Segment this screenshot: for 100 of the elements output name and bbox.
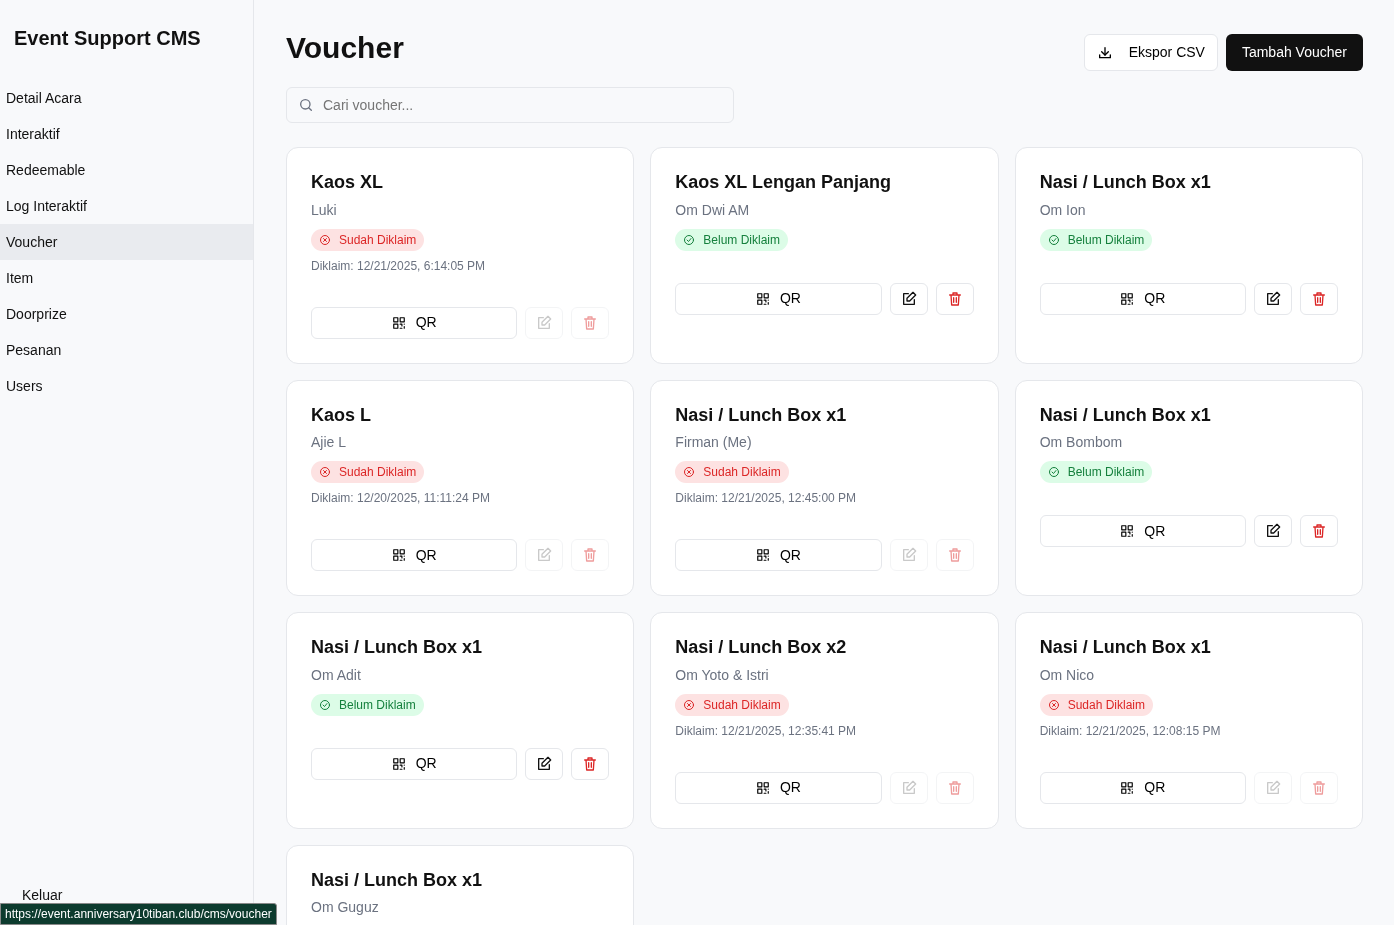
voucher-title: Nasi / Lunch Box x1 bbox=[311, 869, 484, 892]
qr-code-icon bbox=[1120, 780, 1135, 795]
voucher-title: Nasi / Lunch Box x2 bbox=[675, 637, 848, 659]
edit-icon bbox=[900, 779, 917, 796]
trash-icon bbox=[1311, 290, 1327, 307]
status-badge: Belum Diklaim bbox=[1039, 461, 1153, 484]
check-circle-icon bbox=[319, 698, 331, 711]
voucher-title: Nasi / Lunch Box x1 bbox=[1039, 637, 1212, 659]
voucher-title: Kaos XL bbox=[311, 172, 385, 194]
download-icon bbox=[1096, 44, 1113, 61]
status-badge: Belum Diklaim bbox=[311, 693, 424, 716]
claimed-date: Diklaim: 12/21/2025, 12:08:15 PM bbox=[1039, 722, 1222, 740]
edit-icon bbox=[1265, 290, 1281, 307]
edit-button[interactable] bbox=[1254, 282, 1292, 315]
status-badge: Sudah Diklaim bbox=[311, 228, 425, 251]
voucher-owner: Om Nico bbox=[1039, 665, 1096, 685]
status-badge: Sudah Diklaim bbox=[1039, 693, 1154, 716]
add-voucher-button[interactable]: Tambah Voucher bbox=[1225, 34, 1363, 71]
edit-icon bbox=[536, 314, 553, 331]
voucher-title: Kaos L bbox=[311, 404, 372, 427]
search-field[interactable]: Cari voucher... bbox=[286, 87, 734, 123]
voucher-owner: Om Ion bbox=[1039, 200, 1087, 220]
app-title: Event Support CMS bbox=[13, 26, 202, 51]
voucher-title: Kaos XL Lengan Panjang bbox=[675, 172, 893, 194]
edit-icon bbox=[536, 547, 553, 564]
x-circle-icon bbox=[683, 466, 696, 479]
status-url-tooltip: https://event.anniversary10tiban.club/cms/voucher bbox=[0, 903, 277, 925]
check-circle-icon bbox=[1047, 233, 1060, 246]
qr-code-icon bbox=[1120, 291, 1135, 306]
delete-button[interactable] bbox=[1300, 515, 1338, 548]
x-circle-icon bbox=[1047, 698, 1060, 711]
trash-icon bbox=[582, 314, 599, 331]
qr-button[interactable]: QR bbox=[311, 747, 518, 780]
claimed-date: Diklaim: 12/21/2025, 12:35:41 PM bbox=[675, 722, 858, 740]
edit-icon bbox=[900, 547, 917, 564]
check-circle-icon bbox=[683, 233, 696, 246]
sidebar-item[interactable]: Doorprize bbox=[0, 296, 253, 332]
edit-button[interactable] bbox=[889, 282, 928, 315]
sidebar-item[interactable]: Voucher bbox=[0, 224, 253, 260]
page-title: Voucher bbox=[286, 30, 404, 66]
sidebar-item[interactable]: Interaktif bbox=[0, 116, 253, 152]
voucher-owner: Om Bombom bbox=[1039, 433, 1124, 453]
trash-icon bbox=[1311, 523, 1327, 540]
qr-button[interactable]: QR bbox=[311, 306, 518, 339]
x-circle-icon bbox=[319, 466, 331, 479]
qr-code-icon bbox=[391, 315, 406, 330]
status-badge: Belum Diklaim bbox=[1039, 228, 1153, 251]
voucher-owner: Luki bbox=[311, 200, 338, 220]
delete-button[interactable] bbox=[935, 282, 974, 315]
trash-icon bbox=[1311, 779, 1327, 796]
qr-button[interactable]: QR bbox=[311, 539, 518, 572]
search-icon bbox=[298, 97, 314, 113]
sidebar-item[interactable]: Log Interaktif bbox=[0, 188, 253, 224]
edit-icon bbox=[1265, 523, 1281, 540]
sidebar-item[interactable]: Pesanan bbox=[0, 332, 253, 368]
trash-icon bbox=[946, 779, 963, 796]
edit-icon bbox=[900, 290, 917, 307]
qr-code-icon bbox=[756, 548, 770, 563]
x-circle-icon bbox=[683, 698, 696, 711]
trash-icon bbox=[582, 547, 599, 564]
qr-button[interactable]: QR bbox=[1039, 771, 1246, 804]
voucher-title: Nasi / Lunch Box x1 bbox=[311, 637, 484, 659]
sidebar-item[interactable]: Detail Acara bbox=[0, 80, 253, 116]
trash-icon bbox=[946, 547, 963, 564]
qr-code-icon bbox=[756, 780, 770, 795]
sidebar-item[interactable]: Item bbox=[0, 260, 253, 296]
trash-icon bbox=[582, 755, 599, 772]
voucher-title: Nasi / Lunch Box x1 bbox=[675, 404, 848, 427]
claimed-date: Diklaim: 12/20/2025, 11:11:24 PM bbox=[311, 490, 491, 508]
qr-code-icon bbox=[391, 548, 406, 563]
edit-icon bbox=[536, 755, 553, 772]
voucher-owner: Om Guguz bbox=[311, 898, 380, 918]
qr-button[interactable]: QR bbox=[675, 771, 882, 804]
claimed-date: Diklaim: 12/21/2025, 12:45:00 PM bbox=[675, 490, 858, 508]
voucher-owner: Om Dwi AM bbox=[675, 200, 751, 220]
delete-button[interactable] bbox=[1300, 282, 1338, 315]
x-circle-icon bbox=[319, 233, 331, 246]
delete-button[interactable] bbox=[571, 747, 610, 780]
qr-button[interactable]: QR bbox=[1039, 282, 1246, 315]
status-badge: Sudah Diklaim bbox=[675, 461, 789, 484]
edit-icon bbox=[1265, 779, 1281, 796]
qr-button[interactable]: QR bbox=[675, 539, 882, 572]
qr-code-icon bbox=[1120, 524, 1135, 539]
logout-link[interactable]: Keluar bbox=[22, 887, 63, 903]
status-badge: Sudah Diklaim bbox=[675, 693, 789, 716]
status-badge: Sudah Diklaim bbox=[311, 461, 425, 484]
voucher-owner: Ajie L bbox=[311, 433, 348, 453]
edit-button[interactable] bbox=[525, 747, 564, 780]
voucher-owner: Om Yoto & Istri bbox=[675, 665, 770, 685]
qr-button[interactable]: QR bbox=[675, 282, 882, 315]
edit-button[interactable] bbox=[1254, 515, 1292, 548]
status-badge: Belum Diklaim bbox=[675, 228, 788, 251]
qr-button[interactable]: QR bbox=[1039, 515, 1246, 548]
sidebar-item[interactable]: Users bbox=[0, 368, 253, 404]
sidebar-item[interactable]: Redeemable bbox=[0, 152, 253, 188]
export-button[interactable]: Ekspor CSV bbox=[1083, 34, 1218, 71]
qr-code-icon bbox=[756, 291, 770, 306]
qr-code-icon bbox=[391, 756, 406, 771]
check-circle-icon bbox=[1047, 466, 1060, 479]
voucher-title: Nasi / Lunch Box x1 bbox=[1039, 404, 1212, 427]
